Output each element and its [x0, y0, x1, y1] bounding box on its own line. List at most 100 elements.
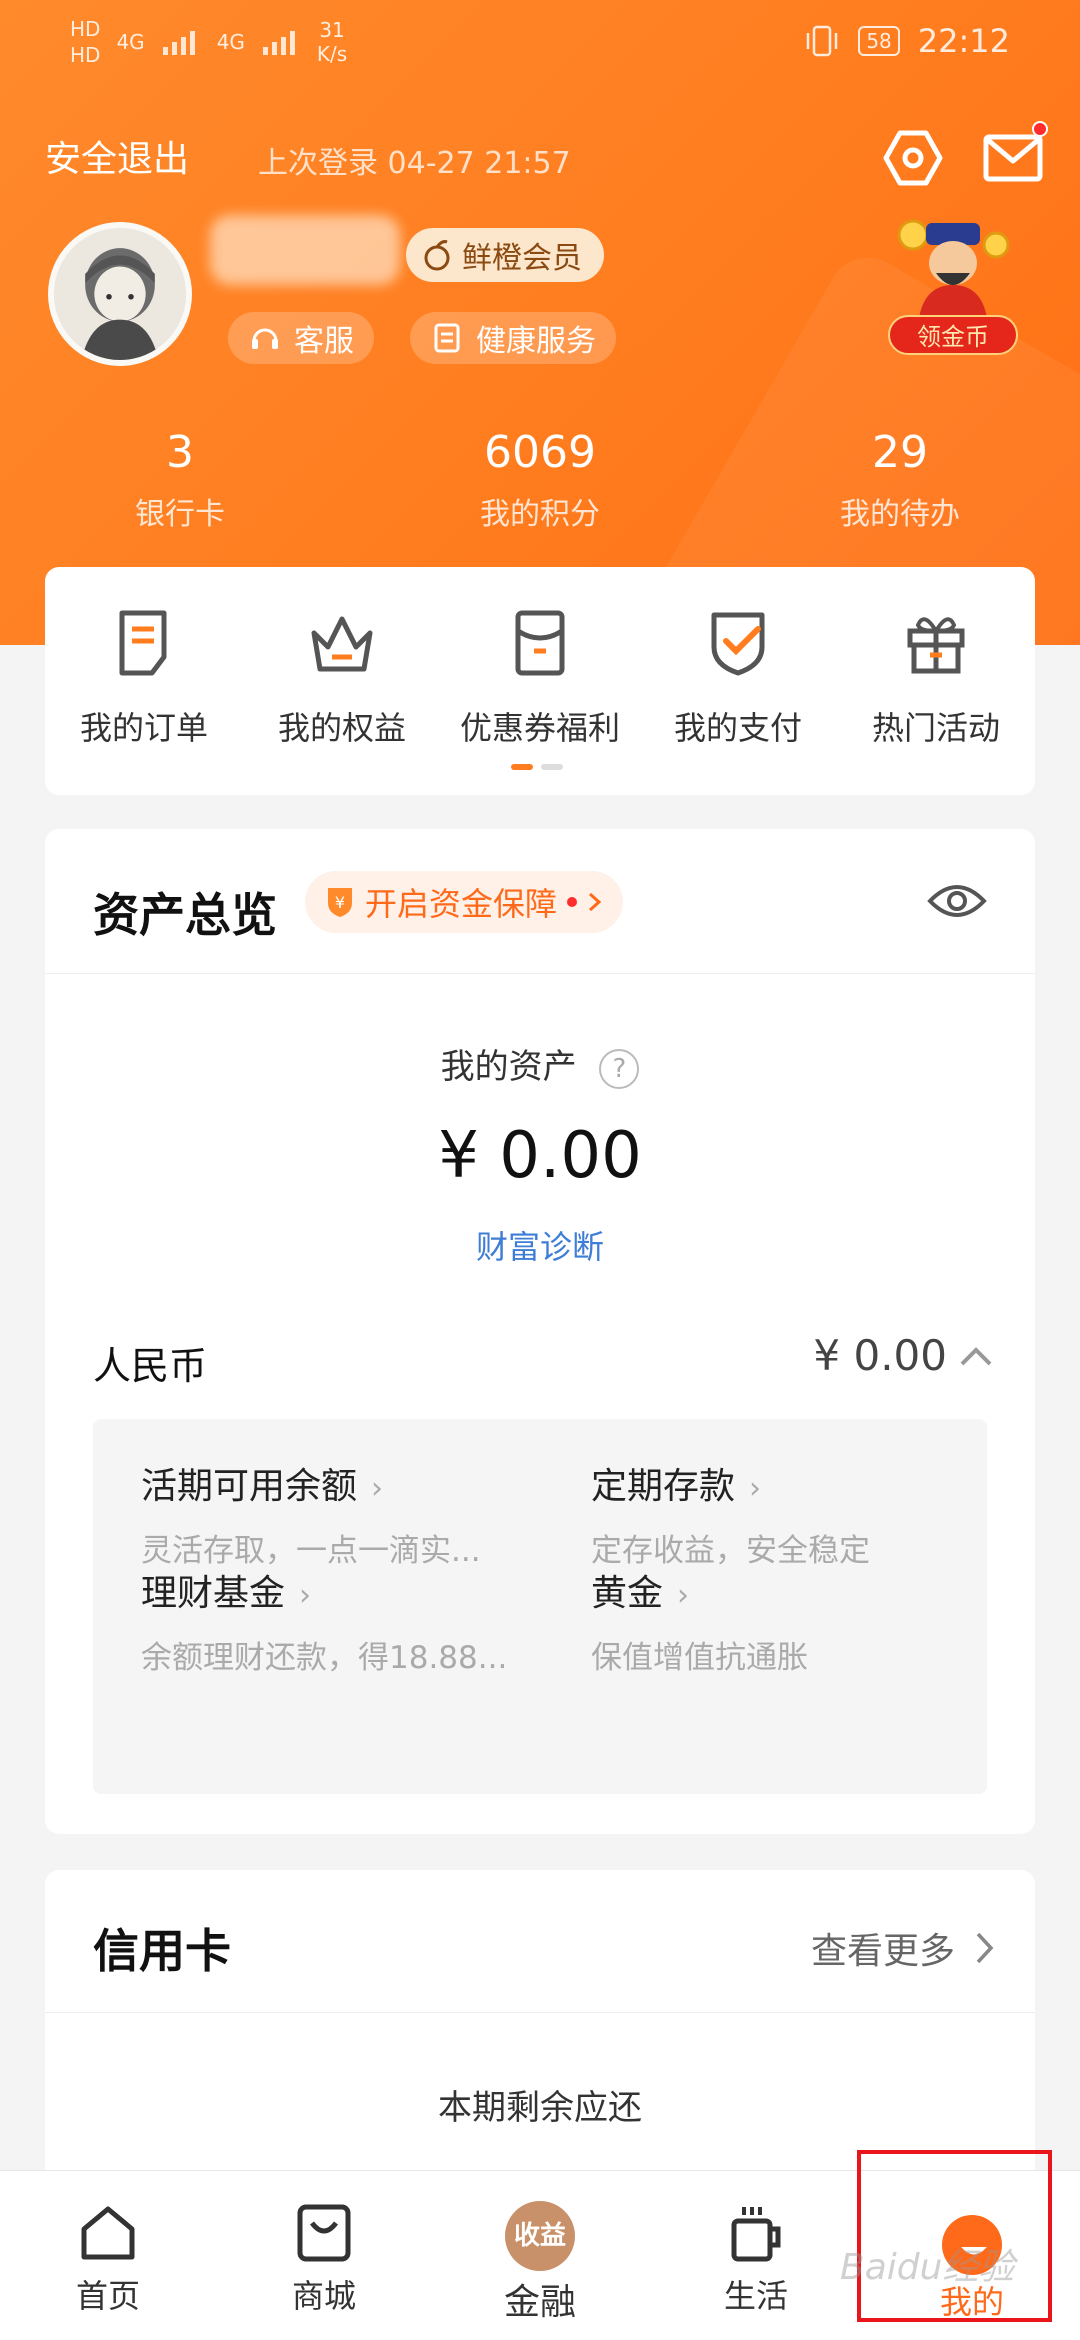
shortcut-card: 我的订单 我的权益 优惠券福利 我的支付 热门活动 [45, 567, 1035, 795]
shortcut-label: 热门活动 [871, 709, 1000, 747]
shortcut-label: 我的支付 [673, 709, 802, 747]
asset-item-funds[interactable]: 理财基金 › 余额理财还款，得18.88... [141, 1564, 561, 1677]
asset-item-title: 定期存款 [591, 1466, 736, 1507]
clock: 22:12 [917, 22, 1010, 60]
unread-dot [1032, 121, 1048, 137]
health-service-button[interactable]: 健康服务 [410, 312, 616, 364]
signal-icon-2 [262, 31, 295, 55]
health-icon [434, 323, 460, 353]
network-speed: 31 K/s [316, 18, 348, 66]
shield-check-icon [711, 612, 765, 676]
stat-value: 6069 [484, 427, 596, 478]
stat-label: 我的待办 [840, 497, 960, 532]
asset-item-title: 活期可用余额 [141, 1466, 358, 1507]
shortcut-row: 我的订单 我的权益 优惠券福利 我的支付 热门活动 [45, 567, 1035, 749]
total-asset-amount: ¥ 0.00 [438, 1119, 642, 1193]
shortcut-rights[interactable]: 我的权益 [243, 607, 441, 749]
asset-item-gold[interactable]: 黄金 › 保值增值抗通胀 [591, 1564, 961, 1677]
nav-label: 生活 [723, 2277, 788, 2315]
currency-label: 人民币 [93, 1344, 208, 1388]
asset-title: 资产总览 [93, 888, 277, 942]
remaining-due-label: 本期剩余应还 [438, 2088, 642, 2128]
nav-life[interactable]: 生活 [648, 2171, 864, 2340]
username-blurred [210, 215, 400, 285]
member-badge[interactable]: 鲜橙会员 [406, 228, 604, 282]
asset-header: 资产总览 ¥ 开启资金保障 [45, 829, 1035, 974]
hd-label-2: HD [70, 43, 101, 67]
signal-icon [162, 31, 195, 55]
collect-coins-label: 领金币 [888, 315, 1018, 355]
fund-protection-button[interactable]: ¥ 开启资金保障 [305, 871, 624, 933]
stat-bank-cards[interactable]: 3 银行卡 [0, 425, 360, 545]
chevron-right-icon [589, 892, 602, 912]
asset-item-fixed-deposit[interactable]: 定期存款 › 定存收益，安全稳定 [591, 1457, 961, 1570]
nav-label: 首页 [75, 2277, 140, 2315]
status-left: HD HD 4G 4G 31 K/s [70, 16, 347, 68]
nav-home[interactable]: 首页 [0, 2171, 216, 2340]
highlight-box [857, 2150, 1052, 2322]
notice-dot [567, 897, 578, 907]
asset-item-subtitle: 保值增值抗通胀 [591, 1640, 808, 1676]
protection-shield-icon: ¥ [328, 888, 352, 917]
my-asset-label-row: 我的资产 ? [45, 1039, 1035, 1089]
svg-text:¥: ¥ [335, 893, 345, 912]
logout-button[interactable]: 安全退出 [45, 130, 189, 182]
asset-overview-card: 资产总览 ¥ 开启资金保障 我的资产 ? ¥ 0.00 财富诊断 人民币 ¥ 0… [45, 829, 1035, 1834]
help-icon[interactable]: ? [599, 1048, 640, 1089]
stat-label: 我的积分 [480, 497, 600, 532]
collect-coins-button[interactable]: 领金币 [888, 215, 1018, 355]
view-more-label: 查看更多 [810, 1931, 955, 1972]
chevron-right-icon: › [299, 1578, 312, 1613]
currency-amount: ¥ 0.00 [813, 1331, 947, 1380]
home-icon [81, 2206, 135, 2260]
stat-points[interactable]: 6069 我的积分 [360, 425, 720, 545]
message-button[interactable] [980, 121, 1048, 191]
network-label-1: 4G [116, 30, 145, 54]
customer-service-button[interactable]: 客服 [228, 312, 374, 364]
shortcut-label: 我的权益 [277, 709, 406, 747]
chevron-right-icon [976, 1932, 994, 1964]
avatar[interactable] [48, 222, 192, 366]
nav-finance[interactable]: 收益 金融 [432, 2171, 648, 2340]
stat-value: 3 [166, 427, 194, 478]
asset-item-demand[interactable]: 活期可用余额 › 灵活存取，一点一滴实... [141, 1457, 561, 1570]
credit-title: 信用卡 [93, 1924, 231, 1978]
stat-todo[interactable]: 29 我的待办 [720, 425, 1080, 545]
asset-category-grid: 活期可用余额 › 灵活存取，一点一滴实... 定期存款 › 定存收益，安全稳定 理财… [93, 1419, 987, 1794]
cup-icon [731, 2207, 781, 2262]
eye-icon[interactable] [927, 879, 987, 923]
member-label: 鲜橙会员 [462, 241, 582, 276]
view-more-button[interactable]: 查看更多 [811, 1922, 995, 1974]
shortcut-coupons[interactable]: 优惠券福利 [441, 607, 639, 749]
service-label: 客服 [294, 324, 354, 359]
asset-item-title: 黄金 [591, 1573, 664, 1614]
chevron-right-icon: › [749, 1471, 762, 1506]
page-dot [541, 764, 563, 770]
vibrate-icon [807, 25, 838, 57]
page-dot-active [511, 764, 533, 770]
protect-label: 开启资金保障 [365, 885, 558, 923]
chevron-right-icon: › [677, 1578, 690, 1613]
order-icon [119, 610, 167, 676]
stat-label: 银行卡 [135, 497, 225, 532]
coupon-icon [515, 610, 565, 676]
headset-icon [252, 328, 278, 349]
shop-bag-icon [297, 2204, 351, 2262]
shortcut-activities[interactable]: 热门活动 [837, 607, 1035, 749]
settings-hex-icon[interactable] [880, 125, 946, 191]
chevron-right-icon: › [371, 1471, 384, 1506]
battery-level: 58 [858, 26, 900, 56]
shortcut-label: 优惠券福利 [459, 709, 620, 747]
my-asset-label: 我的资产 [440, 1047, 577, 1087]
fortune-god-icon [897, 219, 1010, 325]
nav-label: 商城 [291, 2277, 356, 2315]
shortcut-payment[interactable]: 我的支付 [639, 607, 837, 749]
wealth-diagnosis-link[interactable]: 财富诊断 [45, 1222, 1035, 1268]
nav-shop[interactable]: 商城 [216, 2171, 432, 2340]
shortcut-label: 我的订单 [79, 709, 208, 747]
currency-row[interactable]: 人民币 ¥ 0.00 [93, 1329, 993, 1389]
watermark: Baidu经验 [840, 2247, 1015, 2288]
shortcut-orders[interactable]: 我的订单 [45, 607, 243, 749]
page-indicator [511, 764, 563, 770]
earnings-badge: 收益 [505, 2201, 575, 2271]
